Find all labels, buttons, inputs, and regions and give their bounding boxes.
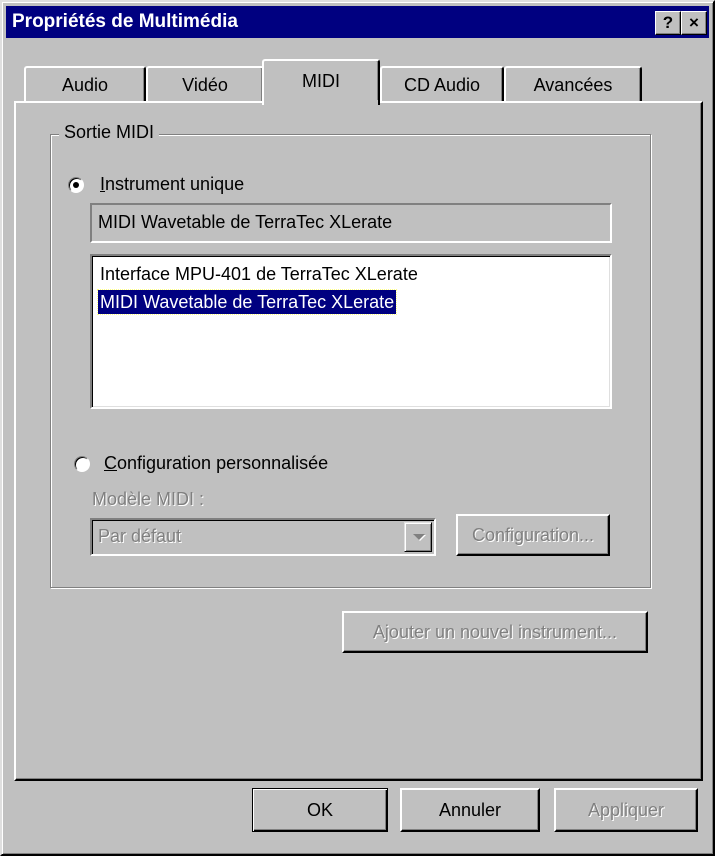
dropdown-button[interactable] [404,522,432,552]
chevron-down-icon [413,534,425,540]
help-button[interactable]: ? [655,11,681,35]
custom-configuration-label[interactable]: Configuration personnalisée [104,453,328,474]
custom-configuration-radio[interactable] [74,456,90,472]
midi-output-group-title: Sortie MIDI [59,122,160,143]
tab-video[interactable]: Vidéo [146,66,264,102]
radio-checked-dot [73,182,79,188]
instrument-list-item[interactable]: Interface MPU-401 de TerraTec XLerate [98,262,420,286]
title-bar[interactable]: Propriétés de Multimédia ? × [6,6,709,38]
configure-button[interactable]: Configuration... [456,514,610,556]
instrument-list-item-selected[interactable]: MIDI Wavetable de TerraTec XLerate [96,289,398,315]
midi-scheme-dropdown[interactable]: Par défaut [90,518,436,556]
instrument-listbox[interactable]: Interface MPU-401 de TerraTec XLerate MI… [90,254,612,409]
current-instrument-field: MIDI Wavetable de TerraTec XLerate [90,203,612,243]
tab-cd-audio[interactable]: CD Audio [380,66,504,102]
single-instrument-label[interactable]: Instrument unique [100,174,244,195]
tab-audio[interactable]: Audio [24,66,146,102]
active-tab-joint [264,100,378,105]
tab-advanced[interactable]: Avancées [504,66,642,102]
window-title: Propriétés de Multimédia [12,11,238,32]
apply-button[interactable]: Appliquer [554,788,698,832]
add-instrument-button[interactable]: Ajouter un nouvel instrument... [342,611,648,653]
cancel-button[interactable]: Annuler [400,788,540,832]
midi-scheme-label: Modèle MIDI : [92,489,205,509]
midi-scheme-value: Par défaut [98,526,182,546]
close-button[interactable]: × [681,11,707,35]
single-instrument-radio[interactable] [68,177,84,193]
ok-button[interactable]: OK [252,788,388,832]
tab-midi[interactable]: MIDI [262,59,380,105]
properties-window: Propriétés de Multimédia ? × Audio Vidéo… [0,0,715,856]
